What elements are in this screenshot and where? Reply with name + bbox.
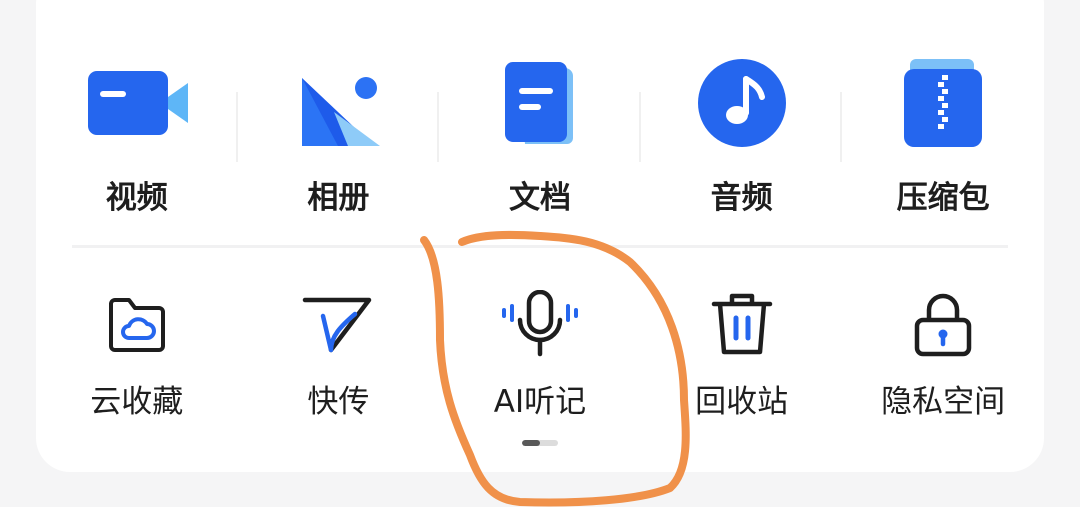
paper-plane-icon: [298, 284, 378, 364]
tool-recycle-bin-label: 回收站: [695, 384, 789, 420]
category-album[interactable]: 相册: [238, 40, 440, 220]
tool-ai-listen[interactable]: AI听记: [439, 280, 641, 430]
tool-recycle-bin[interactable]: 回收站: [641, 280, 843, 430]
category-video[interactable]: 视频: [36, 40, 238, 220]
tool-cloud-favorites[interactable]: 云收藏: [36, 280, 238, 430]
category-album-label: 相册: [307, 180, 370, 216]
tool-cloud-favorites-label: 云收藏: [90, 384, 184, 420]
tool-quick-transfer-label: 快传: [307, 384, 370, 420]
microphone-icon: [500, 284, 580, 364]
category-document[interactable]: 文档: [439, 40, 641, 220]
zip-archive-icon: [888, 48, 998, 158]
category-archive-label: 压缩包: [896, 180, 990, 216]
page-indicator-active: [522, 440, 540, 446]
trash-icon: [702, 284, 782, 364]
document-icon: [485, 48, 595, 158]
tools-row: 云收藏 快传 AI听记 回收站 隐私空间: [36, 280, 1044, 430]
video-icon: [82, 48, 192, 158]
tool-ai-listen-label: AI听记: [493, 384, 587, 420]
tool-private-space[interactable]: 隐私空间: [842, 280, 1044, 430]
category-document-label: 文档: [508, 180, 571, 216]
lock-icon: [903, 284, 983, 364]
photo-album-icon: [283, 48, 393, 158]
category-audio[interactable]: 音频: [641, 40, 843, 220]
row-divider: [72, 245, 1008, 248]
page-indicator: [522, 440, 558, 446]
category-archive[interactable]: 压缩包: [842, 40, 1044, 220]
cloud-folder-icon: [97, 284, 177, 364]
tool-quick-transfer[interactable]: 快传: [238, 280, 440, 430]
category-audio-label: 音频: [710, 180, 773, 216]
category-video-label: 视频: [105, 180, 168, 216]
file-category-row: 视频 相册 文档 音频 压缩包: [36, 40, 1044, 220]
music-note-icon: [687, 48, 797, 158]
tool-private-space-label: 隐私空间: [881, 384, 1006, 420]
